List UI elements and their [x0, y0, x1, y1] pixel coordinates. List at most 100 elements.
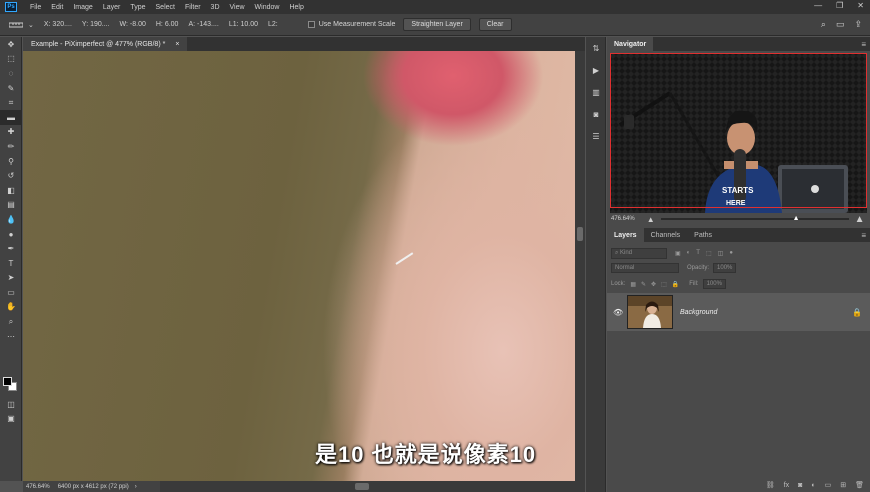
filter-kind-select[interactable]: ⌕ Kind [611, 247, 667, 259]
lock-image-icon[interactable]: ✎ [641, 281, 646, 288]
menu-type[interactable]: Type [125, 4, 150, 11]
filter-pixel-icon[interactable]: ▣ [675, 250, 681, 257]
clear-button[interactable]: Clear [478, 18, 512, 31]
menu-filter[interactable]: Filter [180, 4, 206, 11]
measure-line[interactable] [395, 252, 414, 265]
zoom-out-icon[interactable]: ▲ [647, 215, 655, 224]
hand-tool-icon[interactable]: ✋ [0, 300, 22, 315]
new-group-icon[interactable]: ▭ [825, 481, 832, 489]
share-icon[interactable]: ⇪ [854, 19, 862, 30]
menu-help[interactable]: Help [284, 4, 308, 11]
workspace-icon[interactable]: ▭ [836, 19, 845, 30]
blend-mode-select[interactable]: Normal [611, 263, 679, 273]
menu-view[interactable]: View [225, 4, 250, 11]
add-mask-icon[interactable]: ◙ [798, 482, 802, 489]
visibility-eye-icon[interactable]: 👁 [613, 308, 623, 317]
menu-file[interactable]: File [25, 4, 46, 11]
lock-all-icon[interactable]: 🔒 [672, 281, 679, 288]
navigator-view-box[interactable] [610, 53, 867, 208]
layers-panel-menu-icon[interactable]: ≡ [861, 231, 866, 240]
tab-layers[interactable]: Layers [607, 228, 644, 242]
dodge-tool-icon[interactable]: ● [0, 227, 22, 242]
vertical-scrollbar[interactable] [575, 51, 585, 481]
lock-position-icon[interactable]: ✥ [651, 281, 656, 288]
opacity-field[interactable]: 100% [713, 263, 737, 273]
layer-style-icon[interactable]: fx [784, 482, 789, 489]
shape-tool-icon[interactable]: ▭ [0, 285, 22, 300]
adjustments-panel-icon[interactable]: ◙ [586, 103, 606, 125]
status-chevron-icon[interactable]: › [135, 484, 137, 490]
restore-icon[interactable]: ❐ [836, 1, 843, 10]
menu-layer[interactable]: Layer [98, 4, 126, 11]
tab-channels[interactable]: Channels [644, 228, 688, 242]
filter-type-icon[interactable]: T [696, 250, 700, 256]
fill-field[interactable]: 100% [702, 279, 726, 289]
ruler-tool-icon[interactable] [6, 19, 26, 31]
navigator-zoom-slider[interactable]: ▲ [660, 215, 849, 222]
pen-tool-icon[interactable]: ✒ [0, 241, 22, 256]
link-layers-icon[interactable]: ⛓ [766, 481, 775, 489]
properties-panel-icon[interactable]: ☰ [586, 125, 606, 147]
histogram-panel-icon[interactable]: ▥ [586, 81, 606, 103]
menu-3d[interactable]: 3D [206, 4, 225, 11]
crop-tool-icon[interactable]: ⌗ [0, 95, 22, 110]
vertical-scroll-thumb[interactable] [577, 227, 583, 241]
close-tab-icon[interactable]: × [175, 41, 179, 48]
navigator-zoom-handle[interactable]: ▲ [793, 215, 800, 222]
quick-select-tool-icon[interactable]: ✎ [0, 81, 22, 96]
foreground-color-swatch[interactable] [3, 377, 12, 386]
navigator-preview[interactable]: STARTS HERE [610, 53, 867, 213]
zoom-in-icon[interactable]: ▲ [855, 214, 865, 225]
menu-image[interactable]: Image [68, 4, 97, 11]
close-icon[interactable]: ✕ [857, 1, 864, 10]
menu-window[interactable]: Window [250, 4, 285, 11]
lock-artboard-icon[interactable]: ⬚ [661, 281, 667, 288]
tab-paths[interactable]: Paths [687, 228, 719, 242]
new-layer-icon[interactable]: ⊞ [840, 481, 846, 489]
ruler-tool-icon[interactable]: ▬ [0, 109, 22, 125]
move-tool-icon[interactable]: ✥ [0, 37, 22, 52]
gradient-tool-icon[interactable]: ▤ [0, 198, 22, 213]
filter-toggle-icon[interactable]: ● [729, 250, 733, 256]
lasso-tool-icon[interactable]: ◌ [0, 66, 22, 81]
new-adjustment-icon[interactable]: ◐ [811, 482, 815, 489]
menu-select[interactable]: Select [151, 4, 180, 11]
brush-tool-icon[interactable]: ✏ [0, 139, 22, 154]
more-tools-icon[interactable]: ⋯ [0, 329, 22, 344]
tool-preset-chevron-icon[interactable]: ⌄ [28, 21, 34, 29]
search-icon[interactable]: ⌕ [821, 19, 826, 30]
tab-navigator[interactable]: Navigator [607, 37, 654, 51]
use-measurement-scale-checkbox[interactable] [307, 21, 315, 28]
quick-mask-icon[interactable]: ◫ [0, 397, 22, 412]
delete-layer-icon[interactable]: 🗑 [855, 481, 864, 489]
actions-panel-icon[interactable]: ▶ [586, 59, 606, 81]
canvas[interactable]: 是10 也就是说像素10 [23, 51, 575, 481]
clone-stamp-tool-icon[interactable]: ⚲ [0, 154, 22, 169]
marquee-tool-icon[interactable]: ⬚ [0, 52, 22, 67]
zoom-tool-icon[interactable]: ⌕ [0, 314, 22, 329]
layer-name[interactable]: Background [680, 309, 717, 316]
horizontal-scrollbar[interactable] [160, 481, 585, 492]
path-select-tool-icon[interactable]: ➤ [0, 271, 22, 286]
horizontal-scroll-thumb[interactable] [355, 483, 369, 490]
history-panel-icon[interactable]: ⇅ [586, 37, 606, 59]
straighten-layer-button[interactable]: Straighten Layer [403, 18, 471, 31]
minimize-icon[interactable]: — [814, 1, 822, 10]
screen-mode-icon[interactable]: ▣ [0, 411, 22, 426]
blur-tool-icon[interactable]: 💧 [0, 212, 22, 227]
menu-edit[interactable]: Edit [46, 4, 68, 11]
history-brush-tool-icon[interactable]: ↺ [0, 168, 22, 183]
navigator-zoom-value[interactable]: 476.64% [611, 216, 635, 222]
healing-brush-tool-icon[interactable]: ✚ [0, 125, 22, 140]
filter-shape-icon[interactable]: ⬚ [706, 250, 712, 257]
lock-transparent-icon[interactable]: ▦ [630, 281, 636, 288]
filter-smart-object-icon[interactable]: ◫ [718, 250, 724, 257]
zoom-level[interactable]: 476.64% [26, 484, 50, 490]
filter-adjustment-icon[interactable]: ◐ [687, 250, 691, 256]
document-tab[interactable]: Example - PiXimperfect @ 477% (RGB/8) * … [23, 37, 188, 51]
eraser-tool-icon[interactable]: ◧ [0, 183, 22, 198]
layer-row-background[interactable]: 👁 Background 🔒 [607, 293, 870, 331]
panel-menu-icon[interactable]: ≡ [861, 40, 866, 49]
type-tool-icon[interactable]: T [0, 256, 22, 271]
photoshop-logo-icon[interactable]: Ps [5, 2, 17, 12]
